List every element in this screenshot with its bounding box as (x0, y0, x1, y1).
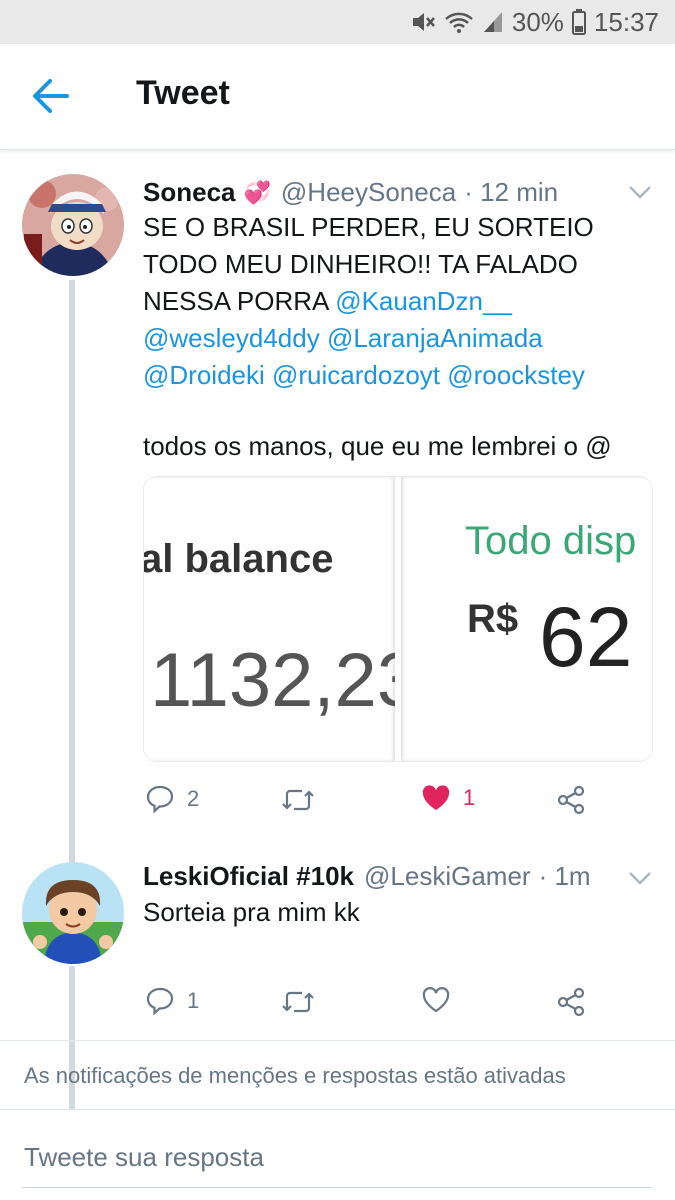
media-left-label: al balance (144, 537, 334, 581)
share-button[interactable] (555, 784, 587, 816)
reply-icon (146, 987, 174, 1016)
chevron-down-icon (629, 186, 651, 199)
tweet-time: · 1m (538, 861, 591, 891)
notice-text: As notificações de menções e respostas e… (24, 1063, 566, 1088)
mute-icon (410, 10, 436, 34)
wifi-icon (444, 10, 474, 34)
retweet-icon (282, 991, 314, 1013)
share-icon (557, 987, 585, 1017)
page-title: Tweet (136, 74, 230, 112)
reply-count: 2 (187, 786, 200, 811)
clock: 15:37 (593, 6, 659, 37)
chevron-down-icon (629, 872, 651, 885)
reply-icon (146, 785, 174, 814)
heart-outline-icon (422, 987, 450, 1013)
media-left-value: 1132,23 (150, 638, 395, 723)
reply-button[interactable]: 2 (145, 784, 199, 814)
reply-count: 1 (187, 988, 200, 1013)
tweet-author-row: LeskiOficial #10k @LeskiGamer · 1m (143, 861, 591, 892)
media-image-right[interactable]: Todo disp R$ 62 (401, 477, 652, 761)
heart-filled-icon (422, 785, 450, 810)
notifications-notice: As notificações de menções e respostas e… (0, 1040, 675, 1110)
tweet-media[interactable]: al balance 1132,23 Todo disp R$ 62 (143, 476, 653, 762)
app-header: Tweet (0, 44, 675, 150)
tweet-text-second-paragraph: todos os manos, que eu me lembrei o @ (143, 431, 612, 461)
tweet-text: Sorteia pra mim kk (143, 897, 360, 927)
tweet-time: · 12 min (464, 177, 559, 207)
avatar[interactable] (22, 174, 124, 276)
tweet-text: SE O BRASIL PERDER, EU SORTEIO TODO MEU … (143, 209, 643, 394)
mention-link[interactable]: @LaranjaAnimada (327, 323, 543, 353)
retweet-icon (282, 789, 314, 811)
battery-percent: 30% (511, 6, 564, 37)
tweet-menu-button[interactable] (627, 184, 653, 200)
author-name[interactable]: Soneca (143, 177, 236, 208)
tweet-actions: 2 1 (143, 782, 603, 822)
like-count: 1 (463, 785, 476, 810)
hearts-emoji: 💞 (243, 179, 271, 205)
author-name[interactable]: LeskiOficial #10k (143, 861, 354, 892)
mention-link[interactable]: @ruicardozoyt (272, 360, 440, 390)
author-handle[interactable]: @LeskiGamer (364, 861, 531, 892)
mention-link[interactable]: @wesleyd4ddy (143, 323, 320, 353)
status-bar: 30% 15:37 (0, 0, 675, 44)
mention-link[interactable]: @roockstey (447, 360, 585, 390)
tweet-actions: 1 (143, 984, 603, 1024)
retweet-button[interactable] (281, 786, 315, 814)
back-button[interactable] (30, 78, 80, 118)
arrow-left-icon (33, 79, 69, 113)
avatar[interactable] (22, 862, 124, 964)
media-right-currency: R$ (467, 597, 519, 641)
mention-link[interactable]: @KauanDzn__ (335, 286, 512, 316)
share-button[interactable] (555, 986, 587, 1018)
share-icon (557, 785, 585, 815)
reply-button[interactable]: 1 (145, 986, 199, 1016)
like-button[interactable] (421, 986, 451, 1014)
reply-placeholder: Tweete sua resposta (24, 1142, 264, 1172)
like-button[interactable]: 1 (421, 784, 475, 812)
tweet-menu-button[interactable] (627, 870, 653, 886)
signal-icon (482, 10, 504, 34)
media-right-label: Todo disp (465, 519, 637, 563)
media-right-value: 62 (539, 590, 633, 684)
media-image-left[interactable]: al balance 1132,23 (144, 477, 395, 761)
retweet-button[interactable] (281, 988, 315, 1016)
author-handle[interactable]: @HeeySoneca (281, 177, 456, 208)
battery-icon (571, 9, 586, 35)
reply-input[interactable]: Tweete sua resposta (22, 1140, 652, 1188)
tweet-author-row: Soneca 💞 @HeeySoneca · 12 min (143, 177, 558, 208)
mention-link[interactable]: @Droideki (143, 360, 265, 390)
